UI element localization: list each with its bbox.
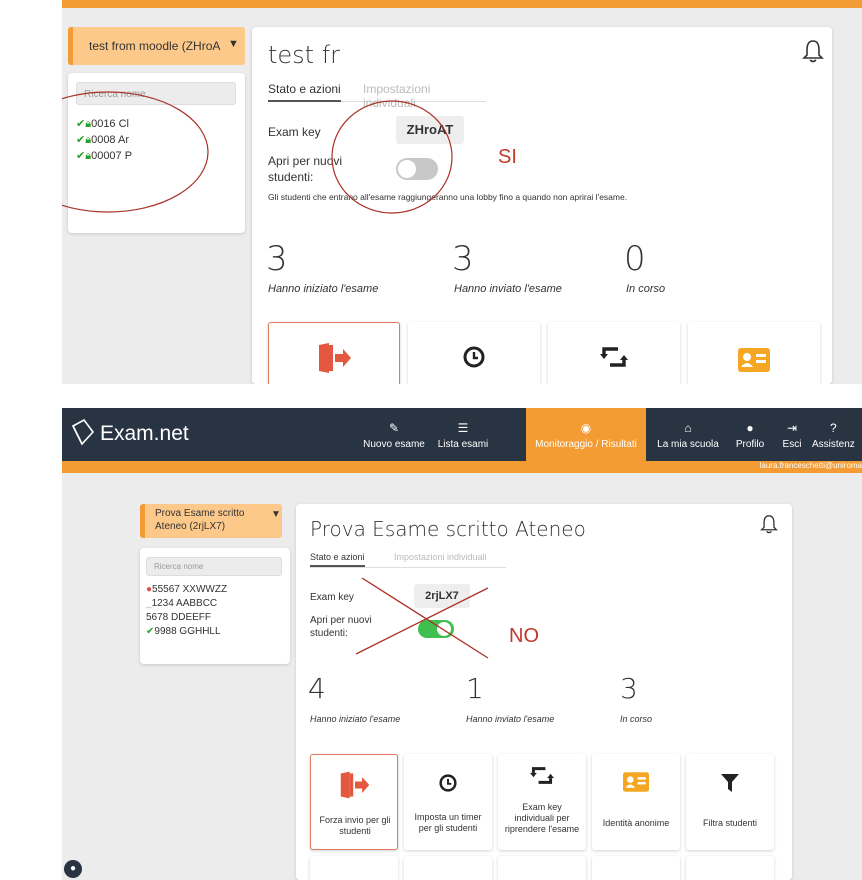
chat-icon[interactable]: ● bbox=[64, 860, 82, 878]
annotation-circle-toggle bbox=[331, 100, 453, 214]
annotation-overlay bbox=[355, 577, 489, 659]
annotation-si: SI bbox=[498, 146, 517, 168]
annotation-no: NO bbox=[509, 625, 539, 647]
annotation-circle-students bbox=[62, 91, 209, 213]
top-screenshot: test from moodle (ZHroA ▼ Ricerca nome ✔… bbox=[62, 0, 862, 384]
bottom-screenshot: Exam.net ✎ Nuovo esame ☰ Lista esami ◉ Moni… bbox=[62, 408, 862, 880]
annotation-cross-line-2 bbox=[355, 587, 489, 655]
annotation-cross-line-1 bbox=[361, 577, 489, 659]
annotation-overlay bbox=[62, 91, 453, 214]
